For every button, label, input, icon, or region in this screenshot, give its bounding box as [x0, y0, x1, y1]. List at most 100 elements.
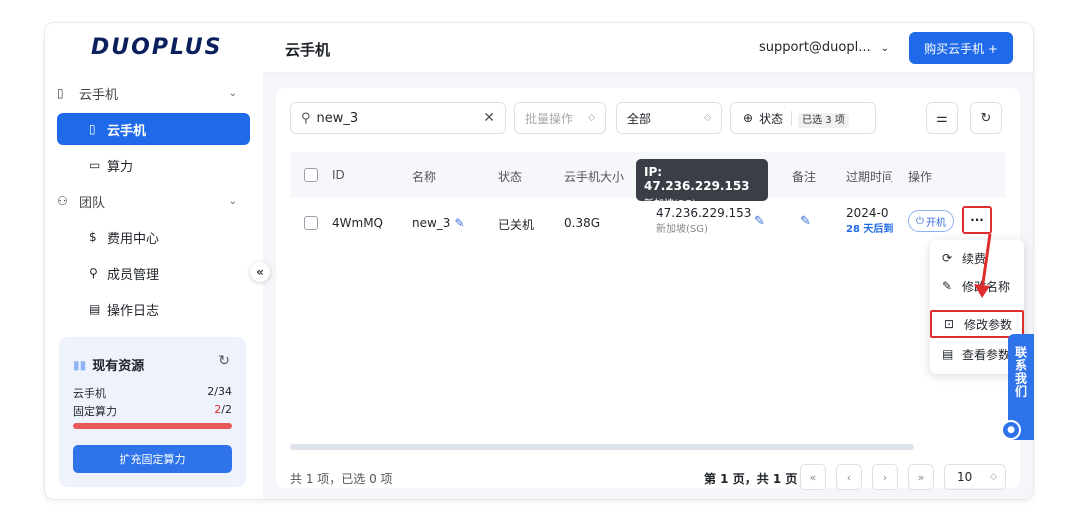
phone-icon: ▯	[57, 86, 64, 100]
member-icon: ⚲	[89, 266, 98, 280]
status-filter-button[interactable]: ⊕ 状态 已选 3 项	[730, 102, 876, 134]
refresh-icon[interactable]: ↻	[218, 353, 230, 369]
chevron-down-icon: ⌄	[880, 43, 890, 54]
chat-icon[interactable]: ●	[1001, 420, 1021, 440]
more-actions-button[interactable]: ···	[962, 206, 992, 234]
log-icon: ▤	[89, 302, 101, 316]
power-icon: ⏻	[916, 215, 924, 227]
sort-arrows-icon: ◇	[990, 472, 997, 482]
brand-logo[interactable]: DUOPLUS	[91, 35, 222, 60]
top-header: 云手机 support@duopl... ⌄ 购买云手机 +	[263, 23, 1033, 73]
refresh-icon: ↻	[980, 110, 992, 126]
horizontal-scrollbar[interactable]	[290, 444, 914, 450]
selected-tag-prefix: 已选	[802, 114, 823, 126]
refresh-button[interactable]: ↻	[970, 102, 1002, 134]
chevron-down-icon: ⌄	[228, 195, 237, 207]
select-all-checkbox[interactable]	[304, 168, 318, 182]
double-chevron-left-icon: «	[809, 470, 817, 484]
name-text: new_3	[412, 216, 451, 230]
sidebar-item-label: 操作日志	[107, 303, 160, 319]
column-settings-button[interactable]: ⚌	[926, 102, 958, 134]
clear-icon[interactable]: ✕	[483, 110, 495, 126]
cell-status: 已关机	[498, 218, 535, 232]
sidebar-item-compute[interactable]: ▭ 算力	[57, 149, 250, 181]
resource-row-compute: 固定算力 2/2	[73, 403, 232, 419]
resource-value: 2/34	[207, 385, 232, 398]
bulk-action-select[interactable]: 批量操作 ◇	[514, 102, 606, 134]
resource-title: ▮▮ 现有资源	[73, 355, 145, 375]
page-title: 云手机	[285, 41, 331, 59]
bulk-action-label: 批量操作	[525, 111, 574, 126]
resource-label: 云手机	[73, 387, 106, 400]
cell-name: new_3 ✎	[412, 216, 465, 230]
sidebar-item-label: 成员管理	[107, 267, 160, 283]
content-card: ⚲ ✕ 批量操作 ◇ 全部 ◇ ⊕ 状态 已选 3 项 ⚌ ↻ ID 名称 状态 云…	[276, 88, 1020, 490]
tooltip-region: 新加坡(SG)	[644, 199, 696, 210]
buy-phone-button[interactable]: 购买云手机 +	[909, 32, 1013, 64]
first-page-button[interactable]: «	[800, 464, 826, 490]
edit-note-icon[interactable]: ✎	[800, 214, 811, 229]
menu-item-modify-params[interactable]: ⊡ 修改参数	[930, 310, 1024, 338]
prev-page-button[interactable]: ‹	[836, 464, 862, 490]
dollar-icon: $	[89, 230, 97, 244]
sliders-icon: ⚌	[936, 110, 948, 126]
column-header: 名称	[412, 170, 437, 184]
resource-panel: ▮▮ 现有资源 ↻ 云手机 2/34 固定算力 2/2 扩充固定算力	[59, 337, 246, 487]
sidebar-item-label: 算力	[107, 159, 134, 175]
nav-group-cloud-label: 云手机	[79, 87, 119, 103]
power-on-button[interactable]: ⏻ 开机	[908, 210, 954, 232]
account-email: support@duopl...	[759, 40, 871, 55]
column-header: 过期时间	[846, 170, 892, 184]
sidebar-item-billing[interactable]: $ 费用中心	[57, 221, 250, 253]
column-header: 备注	[792, 170, 817, 184]
column-header: 状态	[498, 170, 523, 184]
nav-group-cloud[interactable]: ▯ 云手机 ⌄	[57, 81, 237, 105]
selection-summary: 共 1 项，已选 0 项	[290, 472, 393, 486]
nav-group-team[interactable]: ⚇ 团队 ⌄	[57, 189, 237, 213]
chevron-right-icon: ›	[882, 470, 888, 484]
sidebar-item-members[interactable]: ⚲ 成员管理	[57, 257, 250, 289]
sort-arrows-icon: ◇	[704, 113, 711, 123]
edit-icon[interactable]: ✎	[754, 214, 765, 229]
renew-icon: ⟳	[942, 251, 953, 265]
status-filter-label: 状态	[759, 111, 784, 126]
region-text: 新加坡(SG)	[656, 224, 708, 235]
selected-tag-count: 3 项	[825, 114, 845, 126]
column-header: 操作	[908, 170, 933, 184]
ip-tooltip: IP: 47.236.229.153 新加坡(SG)	[636, 159, 768, 210]
column-header: ID	[332, 168, 345, 182]
expand-compute-button[interactable]: 扩充固定算力	[73, 445, 232, 473]
edit-icon[interactable]: ✎	[454, 216, 464, 230]
page-size-value: 10	[957, 470, 973, 484]
account-menu[interactable]: support@duopl... ⌄	[759, 40, 889, 55]
column-header: 云手机大小	[564, 170, 625, 184]
next-page-button[interactable]: ›	[872, 464, 898, 490]
cell-size: 0.38G	[564, 216, 601, 230]
resource-value: 2/2	[214, 403, 232, 419]
sidebar-item-cloud-phone[interactable]: ▯ 云手机	[57, 113, 250, 145]
menu-item-label: 修改参数	[964, 317, 1013, 332]
chevron-down-icon: ⌄	[228, 87, 237, 99]
params-icon: ⊡	[944, 317, 955, 331]
sidebar-item-label: 云手机	[107, 123, 147, 139]
search-input[interactable]	[316, 110, 467, 126]
page-size-select[interactable]: 10 ◇	[944, 464, 1006, 490]
expire-date: 2024-0	[846, 206, 889, 220]
menu-item-label: 查看参数	[962, 347, 1011, 362]
sidebar: DUOPLUS ▯ 云手机 ⌄ ▯ 云手机 ▭ 算力 ⚇ 团队 ⌄ $ 费用中心…	[45, 23, 263, 499]
resource-title-text: 现有资源	[92, 359, 145, 374]
cell-ip: 47.236.229.153 新加坡(SG)	[656, 206, 751, 235]
sort-arrows-icon: ◇	[588, 113, 595, 123]
collapse-sidebar-button[interactable]: «	[250, 262, 270, 282]
filter-label: 全部	[627, 111, 652, 126]
page-info: 第 1 页，共 1 页	[704, 472, 798, 486]
last-page-button[interactable]: »	[908, 464, 934, 490]
nav-group-team-label: 团队	[79, 195, 106, 211]
search-box[interactable]: ⚲ ✕	[290, 102, 506, 134]
resource-value-total: /2	[221, 403, 232, 416]
sidebar-item-logs[interactable]: ▤ 操作日志	[57, 293, 250, 325]
document-icon: ▤	[942, 347, 954, 361]
row-checkbox[interactable]	[304, 216, 318, 230]
chevron-left-icon: ‹	[846, 470, 852, 484]
filter-select[interactable]: 全部 ◇	[616, 102, 722, 134]
